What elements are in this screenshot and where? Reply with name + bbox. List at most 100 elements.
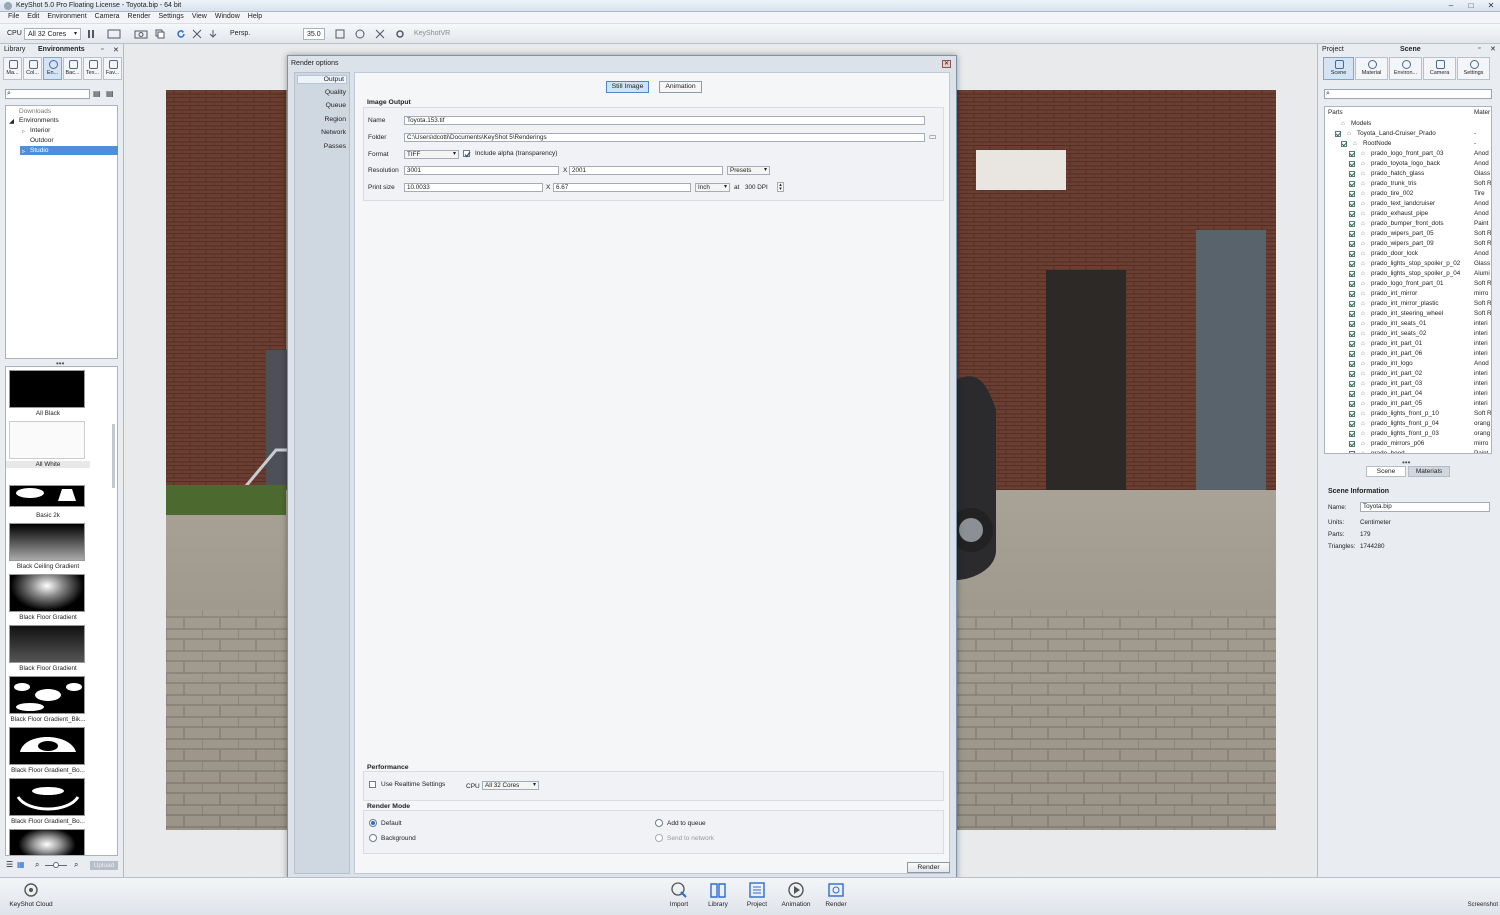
nav-queue[interactable]: Queue [326,102,346,109]
folder-input[interactable]: C:\Users\dcotti\Documents\KeyShot 5\Rend… [404,133,925,142]
mode-background-radio[interactable] [369,834,377,842]
visibility-checkbox[interactable] [1349,391,1355,397]
scene-tree-row[interactable]: prado_int_steering_wheel ⌂ Soft R [1325,309,1491,319]
scene-tree-row[interactable]: prado_exhaust_pipe ⌂ Anod [1325,209,1491,219]
visibility-checkbox[interactable] [1349,251,1355,257]
print-unit-select[interactable]: Inch [695,183,730,192]
render-toolbar-button[interactable]: Render [819,881,853,908]
globe-icon[interactable] [355,29,365,39]
environments-tab[interactable]: En... [43,57,62,80]
project-scene-tab[interactable]: Scene [1323,57,1354,80]
scene-tree-row[interactable]: prado_int_mirror_plastic ⌂ Soft R [1325,299,1491,309]
scene-tree-row[interactable]: prado_int_part_05 ⌂ interi [1325,399,1491,409]
undock-icon[interactable]: ▫ [1478,45,1480,52]
import-button[interactable]: Import [662,881,696,908]
scene-tree-row[interactable]: prado_lights_front_p_04 ⌂ orang [1325,419,1491,429]
nav-output[interactable]: Output [297,75,347,84]
thumb-black-floor-gradient-bo[interactable] [9,727,85,765]
print-height-input[interactable]: 6.67 [553,183,691,192]
scene-tree-row[interactable]: prado_int_part_06 ⌂ interi [1325,349,1491,359]
tree-collapsed-icon[interactable]: ▹ [22,127,25,135]
project-material-tab[interactable]: Material [1355,57,1388,80]
scene-tree-row[interactable]: Models ⌂ [1325,119,1491,129]
dpi-stepper[interactable]: ▴ ▾ [777,182,784,192]
visibility-checkbox[interactable] [1341,141,1347,147]
visibility-checkbox[interactable] [1349,201,1355,207]
thumb-basic-2k[interactable] [9,485,85,507]
resolution-width-input[interactable]: 3001 [404,166,559,175]
nav-quality[interactable]: Quality [325,89,346,96]
scene-tree-row[interactable]: prado_int_seats_01 ⌂ interi [1325,319,1491,329]
scene-tree-row[interactable]: prado_wipers_part_09 ⌂ Soft R [1325,239,1491,249]
visibility-checkbox[interactable] [1349,421,1355,427]
scene-tree-row[interactable]: prado_trunk_tris ⌂ Soft R [1325,179,1491,189]
add-to-queue-radio[interactable] [655,819,663,827]
tree-item-downloads[interactable]: Downloads [19,108,51,115]
scene-tree-row[interactable]: prado_logo_front_part_01 ⌂ Soft R [1325,279,1491,289]
menu-view[interactable]: View [188,12,211,23]
visibility-checkbox[interactable] [1335,131,1341,137]
tree-collapsed-icon[interactable]: ▹ [22,147,25,155]
screenshot-button[interactable]: Screenshot [1456,902,1498,908]
thumb-black-floor-gradient-bik[interactable] [9,676,85,714]
scene-tree-row[interactable]: prado_int_part_03 ⌂ interi [1325,379,1491,389]
fit-icon[interactable] [192,29,202,39]
grid-icon[interactable] [335,29,345,39]
scene-tree-row[interactable]: prado_wipers_part_05 ⌂ Soft R [1325,229,1491,239]
tree-expand-icon[interactable]: ◢ [9,117,14,125]
include-alpha-checkbox[interactable] [463,150,471,158]
settings-gear-icon[interactable] [395,29,405,39]
visibility-checkbox[interactable] [1349,351,1355,357]
project-button[interactable]: Project [740,881,774,908]
tree-item-environments[interactable]: Environments [19,117,59,124]
thumb-black-floor-gradient[interactable] [9,574,85,612]
scene-tree-row[interactable]: prado_lights_stop_spoiler_p_02 ⌂ Glass [1325,259,1491,269]
visibility-checkbox[interactable] [1349,401,1355,407]
thumb-all-white[interactable] [9,421,85,459]
visibility-checkbox[interactable] [1349,301,1355,307]
visibility-checkbox[interactable] [1349,361,1355,367]
visibility-checkbox[interactable] [1349,181,1355,187]
subtab-scene[interactable]: Scene [1366,466,1406,477]
scene-tree-row[interactable]: prado_hatch_glass ⌂ Glass [1325,169,1491,179]
dpi-input[interactable]: 300 DPI [742,183,776,192]
menu-camera[interactable]: Camera [91,12,124,23]
scene-tree-row[interactable]: RootNode ⌂ - [1325,139,1491,149]
presets-button[interactable]: Presets [727,166,770,175]
visibility-checkbox[interactable] [1349,171,1355,177]
zoom-in-icon[interactable]: ⌕ [74,860,78,870]
animation-button[interactable]: Animation [779,881,813,908]
expand-icon[interactable] [375,29,385,39]
maximize-icon[interactable]: □ [1466,1,1476,10]
scene-tree-row[interactable]: prado_text_landcruiser ⌂ Anod [1325,199,1491,209]
nav-passes[interactable]: Passes [324,143,346,150]
scene-tree-row[interactable]: prado_logo_front_part_03 ⌂ Anod [1325,149,1491,159]
tree-item-studio[interactable]: Studio [30,147,48,154]
menu-settings[interactable]: Settings [155,12,188,23]
nav-network[interactable]: Network [321,129,346,136]
visibility-checkbox[interactable] [1349,381,1355,387]
scene-search-input[interactable]: ⌕ [1324,89,1492,99]
visibility-checkbox[interactable] [1349,281,1355,287]
scene-tree-row[interactable]: prado_lights_stop_spoiler_p_04 ⌂ Alumi [1325,269,1491,279]
scene-tree-row[interactable]: prado_lights_front_p_03 ⌂ orang [1325,429,1491,439]
tab-scene[interactable]: Scene [1400,46,1421,53]
scene-tree-row[interactable]: prado_int_seats_02 ⌂ interi [1325,329,1491,339]
visibility-checkbox[interactable] [1349,441,1355,447]
render-button[interactable]: Render [907,862,950,873]
tab-still-image[interactable]: Still Image [606,81,649,93]
grid-view-icon[interactable]: ▦ [17,860,25,869]
tab-library[interactable]: Library [4,46,25,53]
favorites-tab[interactable]: Fav... [103,57,122,80]
visibility-checkbox[interactable] [1349,431,1355,437]
tree-item-interior[interactable]: Interior [30,127,50,134]
scene-tree-row[interactable]: prado_int_part_04 ⌂ interi [1325,389,1491,399]
visibility-checkbox[interactable] [1349,231,1355,237]
visibility-checkbox[interactable] [1349,161,1355,167]
screen-resolution-icon[interactable] [107,29,121,39]
format-select[interactable]: TIFF [404,150,459,159]
nav-region[interactable]: Region [324,116,346,123]
visibility-checkbox[interactable] [1349,331,1355,337]
menu-file[interactable]: File [4,12,23,23]
colors-tab[interactable]: Col... [23,57,42,80]
